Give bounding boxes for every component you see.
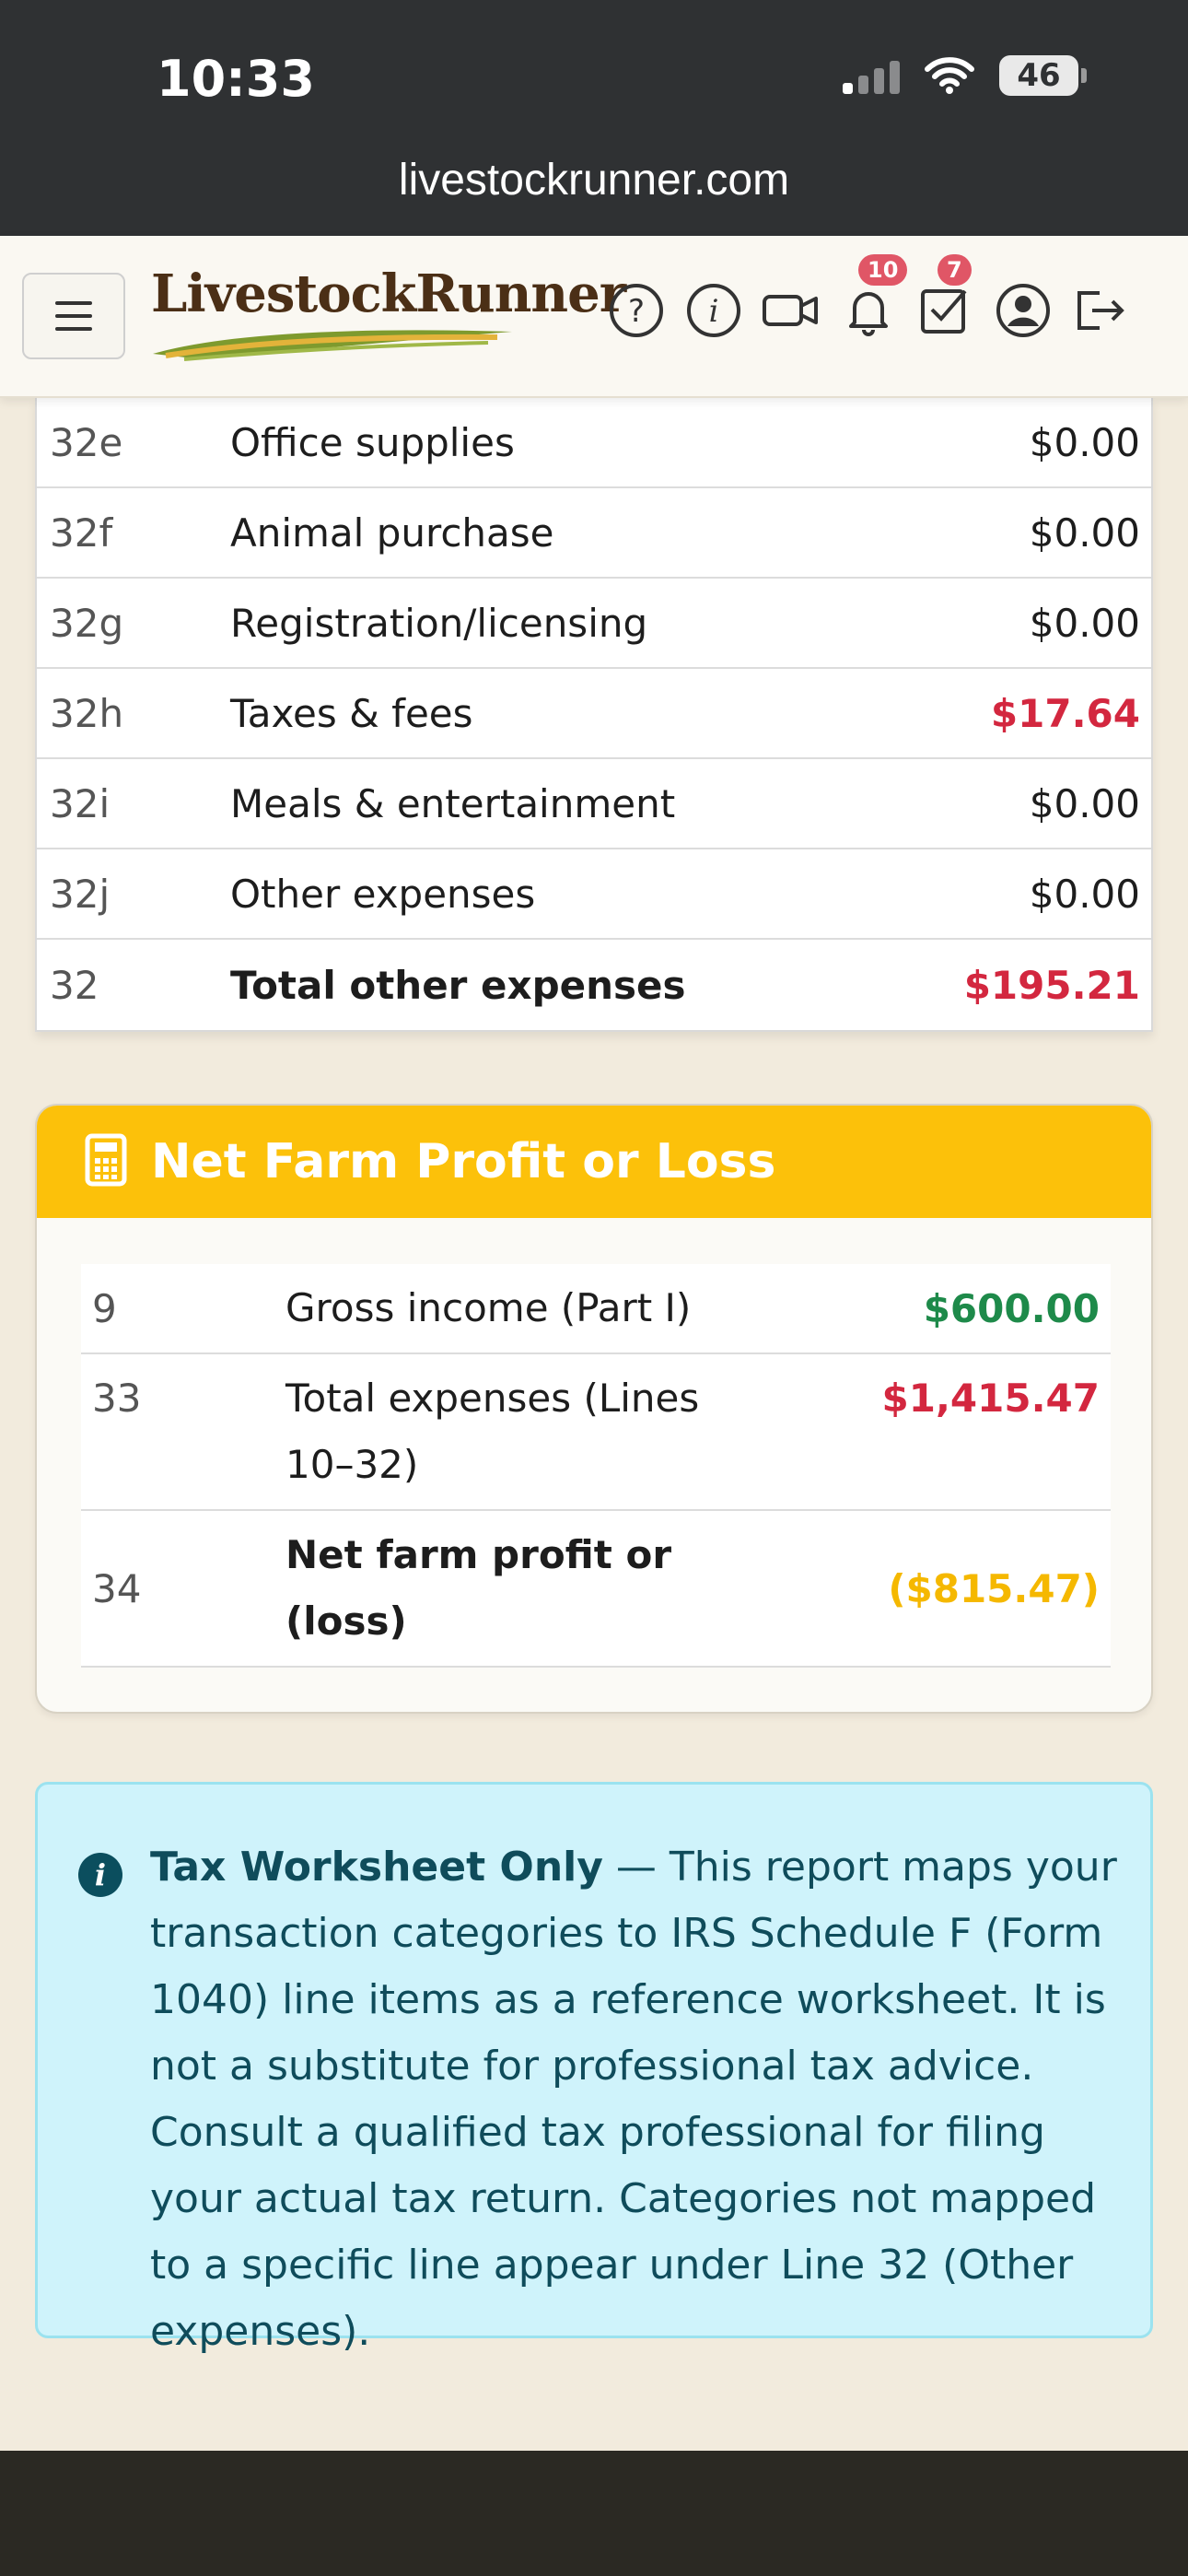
line-description: Total expenses (Lines 10–32) (285, 1376, 700, 1487)
line-description: Gross income (Part I) (285, 1285, 692, 1330)
line-description: Taxes & fees (230, 690, 473, 736)
line-description: Net farm profit or (loss) (285, 1532, 672, 1644)
line-amount: $0.00 (1029, 509, 1140, 556)
line-amount: $600.00 (923, 1285, 1100, 1331)
tasks-badge: 7 (938, 254, 972, 286)
line-amount: ($815.47) (888, 1565, 1100, 1611)
line-number: 32h (50, 690, 124, 736)
checkbox-icon[interactable]: 7 (917, 254, 974, 339)
line-amount: $0.00 (1029, 419, 1140, 465)
svg-text:i: i (709, 293, 719, 330)
line-amount: $0.00 (1029, 871, 1140, 917)
logo[interactable]: LivestockRunner (147, 263, 626, 374)
app-header: LivestockRunner ? i 10 7 (0, 236, 1188, 398)
status-bar: 10:33 46 livestockrunner.com (0, 0, 1188, 236)
net-farm-header: Net Farm Profit or Loss (37, 1106, 1151, 1218)
line-description: Animal purchase (230, 509, 554, 556)
alert-text: Tax Worksheet Only — This report maps yo… (150, 1834, 1126, 2365)
video-icon[interactable] (763, 282, 820, 339)
table-row: 32j Other expenses $0.00 (37, 849, 1151, 940)
line-number: 33 (92, 1376, 142, 1421)
table-row: 32g Registration/licensing $0.00 (37, 579, 1151, 669)
line-amount: $1,415.47 (881, 1376, 1100, 1421)
table-row-total: 34 Net farm profit or (loss) ($815.47) (81, 1511, 1111, 1668)
line-number: 32e (50, 419, 123, 465)
line-description: Meals & entertainment (230, 780, 676, 826)
alert-title: Tax Worksheet Only (150, 1844, 603, 1891)
signal-icon (843, 57, 900, 94)
table-row: 9 Gross income (Part I) $600.00 (81, 1264, 1111, 1354)
net-farm-table: 9 Gross income (Part I) $600.00 33 Total… (81, 1264, 1111, 1668)
notifications-badge: 10 (858, 254, 908, 286)
svg-text:?: ? (628, 293, 645, 330)
alert-body: — This report maps your transaction cate… (150, 1844, 1117, 2355)
line-description: Office supplies (230, 419, 515, 465)
table-row: 32f Animal purchase $0.00 (37, 488, 1151, 579)
battery-level: 46 (999, 55, 1078, 96)
line-amount: $0.00 (1029, 780, 1140, 826)
line-description: Registration/licensing (230, 600, 648, 646)
table-row: 32h Taxes & fees $17.64 (37, 669, 1151, 759)
net-farm-title: Net Farm Profit or Loss (151, 1134, 776, 1189)
help-icon[interactable]: ? (608, 282, 665, 339)
header-icons: ? i 10 7 (608, 254, 1129, 339)
line-amount: $195.21 (963, 962, 1140, 1008)
status-time: 10:33 (157, 50, 315, 108)
menu-button[interactable] (22, 273, 125, 359)
info-circle-icon: i (78, 1853, 122, 1897)
line-description: Total other expenses (230, 962, 686, 1008)
line-number: 32g (50, 600, 124, 646)
line-description: Other expenses (230, 871, 536, 917)
other-expenses-table: 32e Office supplies $0.00 32f Animal pur… (35, 398, 1153, 1032)
line-number: 9 (92, 1285, 117, 1331)
line-amount: $17.64 (990, 690, 1140, 736)
table-row: 32e Office supplies $0.00 (37, 398, 1151, 488)
user-icon[interactable] (995, 282, 1052, 339)
battery-icon: 46 (999, 55, 1087, 96)
calculator-icon (85, 1133, 127, 1190)
tax-disclaimer-alert: i Tax Worksheet Only — This report maps … (35, 1782, 1153, 2355)
table-row: 33 Total expenses (Lines 10–32) $1,415.4… (81, 1354, 1111, 1511)
line-number: 32j (50, 871, 111, 917)
logout-icon[interactable] (1072, 282, 1129, 339)
info-icon[interactable]: i (685, 282, 742, 339)
line-number: 34 (92, 1565, 142, 1611)
page-footer (0, 2451, 1188, 2576)
url-bar[interactable]: livestockrunner.com (0, 155, 1188, 205)
wifi-icon (924, 56, 975, 95)
table-row: 32i Meals & entertainment $0.00 (37, 759, 1151, 849)
bell-icon[interactable]: 10 (840, 254, 908, 339)
logo-text: LivestockRunner (151, 263, 626, 324)
line-amount: $0.00 (1029, 600, 1140, 646)
table-row-total: 32 Total other expenses $195.21 (37, 940, 1151, 1030)
net-farm-card: Net Farm Profit or Loss 9 Gross income (… (35, 1104, 1153, 1714)
line-number: 32i (50, 780, 111, 826)
line-number: 32 (50, 962, 99, 1008)
line-number: 32f (50, 509, 113, 556)
status-indicators: 46 (843, 55, 1087, 96)
